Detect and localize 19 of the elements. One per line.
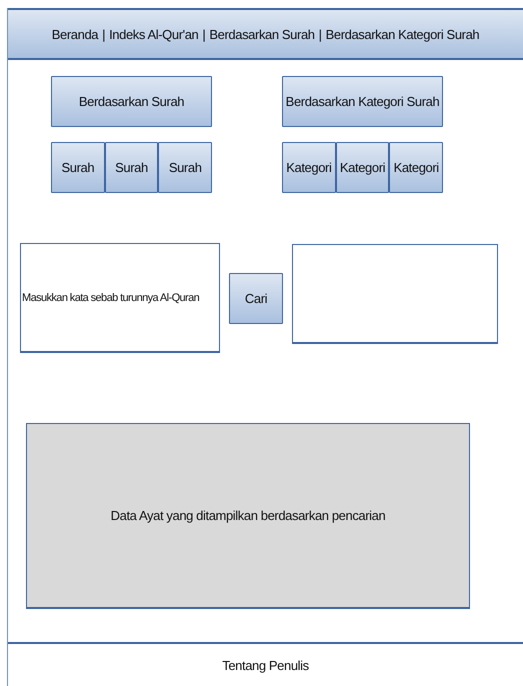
search-field[interactable]: Masukkan kata sebab turunnya Al-Quran <box>20 243 220 353</box>
option-button[interactable]: Kategori <box>336 142 390 193</box>
nav-link[interactable]: Berdasarkan Surah <box>209 26 315 42</box>
nav-separator: | <box>102 26 106 42</box>
nav-link[interactable]: Beranda <box>52 26 98 42</box>
category-button[interactable]: Berdasarkan Surah <box>51 76 212 127</box>
option-button[interactable]: Kategori <box>389 142 444 193</box>
search-button[interactable]: Cari <box>229 272 283 324</box>
results-text: Data Ayat yang ditampilkan berdasarkan pencarian <box>110 508 386 523</box>
nav-separator: | <box>202 26 206 42</box>
footer-link[interactable]: Tentang Penulis <box>222 658 309 674</box>
nav-separator: | <box>318 26 322 42</box>
option-button[interactable]: Kategori <box>282 142 336 193</box>
nav-link[interactable]: Indeks Al-Qur'an <box>109 26 198 42</box>
nav-link[interactable]: Berdasarkan Kategori Surah <box>326 26 480 42</box>
option-button[interactable]: Surah <box>51 142 105 193</box>
category-button[interactable]: Berdasarkan Kategori Surah <box>282 76 443 127</box>
option-button[interactable]: Surah <box>104 142 158 193</box>
option-button[interactable]: Surah <box>158 142 212 193</box>
